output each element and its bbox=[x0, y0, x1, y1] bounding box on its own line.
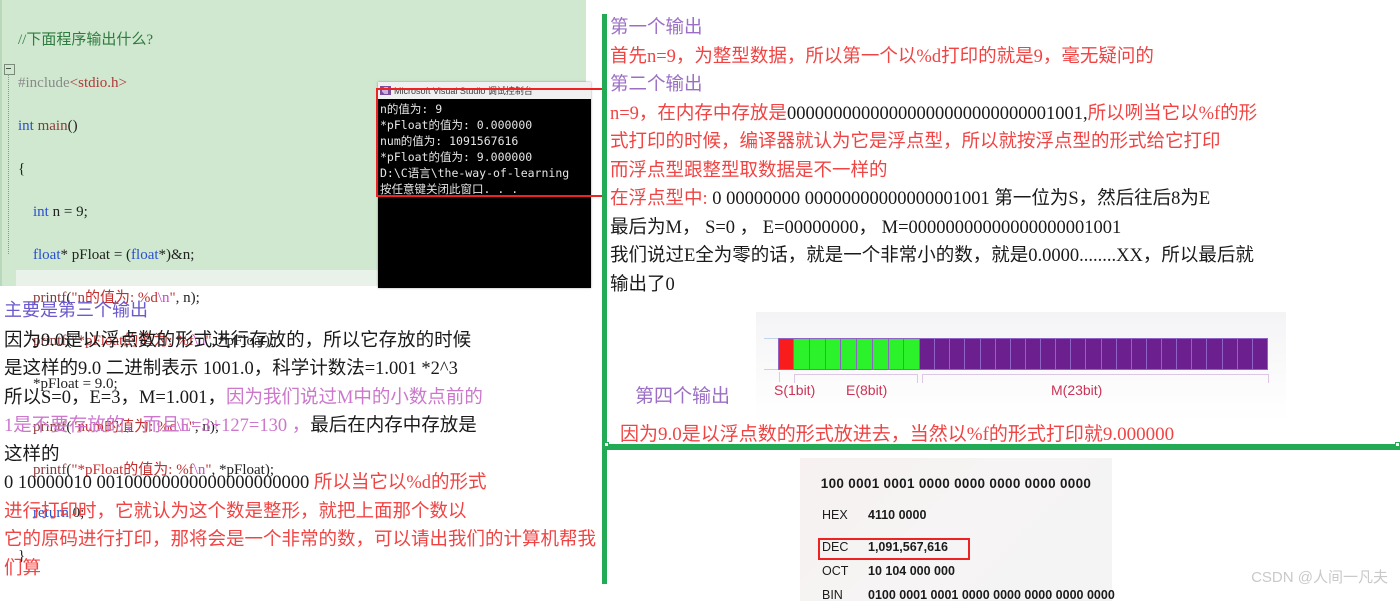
left-line-4a: 1是不要存放的，而且E=3+127=130 ， bbox=[4, 416, 311, 436]
console-window[interactable]: Microsoft Visual Studio 调试控制台 n的值为: 9 *p… bbox=[378, 82, 591, 288]
left-line-8: 它的原码进行打印，那将会是一个非常的数，可以请出我们的计算机帮我们算 bbox=[4, 530, 597, 579]
calc-label-hex: HEX bbox=[822, 508, 848, 522]
right-heading-1: 第一个输出 bbox=[610, 18, 703, 38]
code-line-4: { bbox=[18, 160, 26, 177]
visual-studio-icon bbox=[380, 86, 391, 95]
right-para-5a: 在浮点型中: bbox=[610, 189, 708, 209]
console-out-2: *pFloat的值为: 0.000000 bbox=[380, 118, 533, 132]
mantissa-bits-group bbox=[920, 338, 1268, 370]
calc-bits-display: 100 0001 0001 0000 0000 0000 0000 0000 bbox=[820, 476, 1092, 491]
right-para-6: 最后为M， S=0 ， E=00000000， M=00000000000000… bbox=[610, 217, 1122, 238]
right-para-2a: n=9，在内存中存放是 bbox=[610, 103, 787, 124]
calc-label-oct: OCT bbox=[822, 564, 849, 578]
code-line-6: float* pFloat = (float*)&n; bbox=[33, 246, 195, 263]
float-bit-layout-diagram: S(1bit) E(8bit) M(23bit) bbox=[756, 312, 1286, 422]
sign-label: S(1bit) bbox=[774, 382, 816, 398]
left-line-3a: 所以S=0，E=3，M=1.001， bbox=[4, 387, 226, 408]
calc-value-hex: 4110 0000 bbox=[868, 508, 927, 522]
programmer-calculator-panel: 100 0001 0001 0000 0000 0000 0000 0000 H… bbox=[800, 458, 1115, 602]
right-para-7: 我们说过E全为零的话，就是一个非常小的数，就是0.0000........XX，… bbox=[610, 246, 1254, 266]
calc-row-bin: BIN 0100 0001 0001 0000 0000 0000 0000 00… bbox=[822, 588, 1115, 602]
mantissa-label: M(23bit) bbox=[1051, 382, 1103, 398]
right-para-3: 式打印的时候，编译器就认为它是浮点型，所以就按浮点型的形式给它打印 bbox=[610, 132, 1221, 152]
calc-value-bin: 0100 0001 0001 0000 0000 0000 0000 0000 bbox=[868, 588, 1115, 602]
sign-brace bbox=[779, 372, 782, 382]
console-out-3: num的值为: 1091567616 bbox=[380, 134, 519, 148]
right-para-1: 首先n=9，为整型数据，所以第一个以%d打印的就是9，毫无疑问的 bbox=[610, 46, 1154, 67]
code-line-5: int n = 9; bbox=[33, 203, 88, 220]
right-para-5b: 0 00000000 00000000000000001001 第一位为S，然后… bbox=[707, 189, 1211, 209]
console-output: n的值为: 9 *pFloat的值为: 0.000000 num的值为: 109… bbox=[378, 99, 591, 197]
right-para-8: 输出了0 bbox=[610, 274, 675, 295]
console-out-1: n的值为: 9 bbox=[380, 102, 443, 116]
left-line-1: 因为9.0是以浮点数的形式进行存放的，所以它存放的时候 bbox=[4, 330, 472, 351]
right-para-2b: 所以咧当它以%f的形 bbox=[1087, 103, 1258, 124]
right-explanation: 第一个输出 首先n=9，为整型数据，所以第一个以%d打印的就是9，毫无疑问的 第… bbox=[610, 14, 1400, 299]
left-line-2: 是这样的9.0 二进制表示 1001.0，科学计数法=1.001 *2^3 bbox=[4, 359, 458, 379]
calc-value-oct: 10 104 000 000 bbox=[868, 564, 955, 578]
console-titlebar[interactable]: Microsoft Visual Studio 调试控制台 bbox=[378, 82, 591, 99]
left-binary-row: 0 10000010 00100000000000000000000 所以当它以… bbox=[4, 469, 600, 498]
left-line-7: 进行打印时，它就认为这个数是整形，就把上面那个数以 bbox=[4, 501, 467, 522]
console-out-4: *pFloat的值为: 9.000000 bbox=[380, 150, 533, 164]
right-para-9: 因为9.0是以浮点数的形式放进去，当然以%f的形式打印就9.000000 bbox=[620, 424, 1175, 445]
right-para-2-binary: 00000000000000000000000000001001, bbox=[786, 103, 1088, 124]
calc-label-bin: BIN bbox=[822, 588, 843, 602]
left-line-3b: 因为我们说过M中的小数点前的 bbox=[225, 387, 483, 408]
right-heading-4: 第四个输出 bbox=[635, 386, 731, 407]
right-para-4: 而浮点型跟整型取数据是不一样的 bbox=[610, 160, 888, 181]
right-para-5: 在浮点型中: 0 00000000 00000000000000001001 第… bbox=[610, 185, 1400, 214]
left-line-4b: 最后在内存中存放是 bbox=[310, 416, 477, 436]
csdn-watermark: CSDN @人间一凡夫 bbox=[1251, 569, 1388, 586]
sign-bit-cell bbox=[778, 338, 794, 370]
exponent-label: E(8bit) bbox=[846, 382, 888, 398]
console-trailer-2: 按任意键关闭此窗口. . . bbox=[380, 182, 519, 196]
left-binary: 0 10000010 00100000000000000000000 bbox=[4, 473, 310, 493]
exponent-bits-group bbox=[794, 338, 920, 370]
right-heading-2: 第二个输出 bbox=[610, 75, 703, 95]
dec-highlight-box bbox=[818, 538, 970, 560]
left-line-4: 1是不要存放的，而且E=3+127=130 ，最后在内存中存放是 bbox=[4, 412, 600, 441]
calc-row-hex: HEX 4110 0000 bbox=[822, 508, 926, 522]
code-line-3: int main() bbox=[18, 117, 78, 134]
code-line-1: //下面程序输出什么? bbox=[18, 31, 153, 48]
code-fold-guide bbox=[8, 74, 10, 254]
left-line-5: 这样的 bbox=[4, 444, 60, 465]
console-trailer-1: D:\C语言\the-way-of-learning bbox=[380, 166, 570, 180]
console-title-text: Microsoft Visual Studio 调试控制台 bbox=[394, 86, 533, 96]
float-diagram-labels: S(1bit) E(8bit) M(23bit) bbox=[756, 382, 1286, 412]
left-panel: //下面程序输出什么? #include<stdio.h> int main()… bbox=[0, 0, 610, 601]
float-bit-bar bbox=[778, 338, 1268, 370]
code-line-2: #include<stdio.h> bbox=[18, 74, 127, 91]
right-para-2: n=9，在内存中存放是00000000000000000000000000001… bbox=[610, 100, 1400, 129]
left-explanation: 主要是第三个输出 因为9.0是以浮点数的形式进行存放的，所以它存放的时候 是这样… bbox=[4, 296, 600, 583]
left-line-3: 所以S=0，E=3，M=1.001，因为我们说过M中的小数点前的 bbox=[4, 384, 600, 413]
left-heading: 主要是第三个输出 bbox=[4, 300, 148, 320]
horizontal-green-divider bbox=[604, 442, 1400, 450]
calc-row-oct: OCT 10 104 000 000 bbox=[822, 564, 955, 578]
left-line-6: 所以当它以%d的形式 bbox=[313, 473, 487, 493]
